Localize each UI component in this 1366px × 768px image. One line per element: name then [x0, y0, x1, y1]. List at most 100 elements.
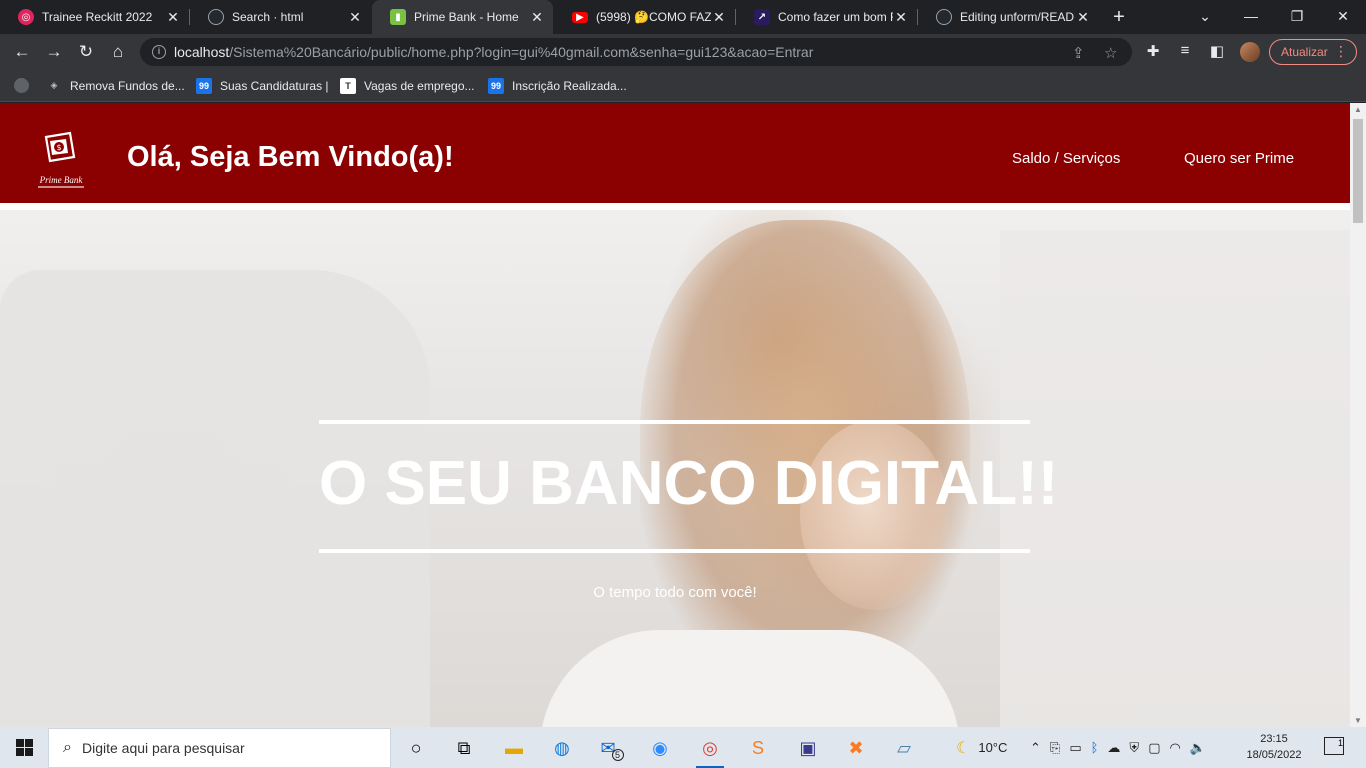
onedrive-icon[interactable]: ☁: [1107, 740, 1120, 756]
side-panel-icon[interactable]: ◧: [1207, 42, 1227, 60]
profile-avatar[interactable]: [1240, 42, 1260, 62]
chevron-up-icon[interactable]: ⌃: [1030, 740, 1041, 756]
close-icon[interactable]: ✕: [893, 9, 909, 26]
weather-widget[interactable]: ☾ 10°C: [956, 727, 1007, 768]
bookmark-vagas-emprego[interactable]: T Vagas de emprego...: [340, 70, 475, 101]
address-bar[interactable]: i localhost/Sistema%20Bancário/public/ho…: [140, 38, 1132, 66]
search-icon: ⌕: [63, 739, 72, 756]
tab-como-fazer-readme[interactable]: ↗ Como fazer um bom R ✕: [736, 0, 917, 34]
tab-trainee-reckitt[interactable]: ◎ Trainee Reckitt 2022 ✕: [0, 0, 189, 34]
bookmark-suas-candidaturas[interactable]: 99 Suas Candidaturas |: [196, 70, 329, 101]
bookmark-label: Suas Candidaturas |: [220, 78, 329, 93]
site-info-icon[interactable]: i: [152, 45, 166, 59]
device-icon[interactable]: ▢: [1148, 740, 1160, 756]
tab-title: Search · html: [232, 10, 304, 24]
hero-background-photo: [540, 630, 960, 727]
menu-dots-icon[interactable]: ⋮: [1334, 43, 1348, 60]
cortana-icon[interactable]: ○: [396, 731, 436, 765]
logo-tagline-mark: [38, 186, 84, 188]
hero-top-rule: [319, 420, 1030, 424]
tab-prime-bank-home[interactable]: ▮ Prime Bank - Home ✕: [372, 0, 553, 34]
start-button[interactable]: [0, 727, 48, 768]
notification-count: 1: [1337, 738, 1343, 748]
youtube-icon: ▶: [572, 11, 588, 23]
scroll-up-icon[interactable]: ▲: [1354, 105, 1362, 114]
media-control-icon[interactable]: ≡: [1175, 42, 1195, 59]
prime-bank-logo-icon: $: [44, 131, 76, 163]
weather-temperature: 10°C: [978, 740, 1008, 755]
tab-search-dropdown[interactable]: ⌄: [1182, 0, 1228, 34]
tab-editing-unform[interactable]: Editing unform/README ✕: [918, 0, 1099, 34]
file-explorer-icon[interactable]: ▬: [494, 731, 534, 765]
tab-youtube[interactable]: ▶ (5998) 🤔COMO FAZER ✕: [554, 0, 735, 34]
browser-tab-strip: ◎ Trainee Reckitt 2022 ✕ Search · html ✕…: [0, 0, 1366, 34]
network-adapter-icon[interactable]: ⎘: [1050, 740, 1060, 756]
system-tray: ⌃ ⎘ ▭ ᛒ ☁ ⛨ ▢ ◠ 🔈: [1030, 727, 1206, 768]
mail-icon[interactable]: ✉ 5: [592, 731, 632, 765]
page-viewport: $ Prime Bank Olá, Seja Bem Vindo(a)! Sal…: [0, 103, 1350, 727]
app-icon[interactable]: ▱: [884, 731, 924, 765]
bookmark-inscricao-realizada[interactable]: 99 Inscrição Realizada...: [488, 70, 627, 101]
clock-date: 18/05/2022: [1246, 749, 1302, 761]
close-icon[interactable]: ✕: [165, 9, 181, 26]
windows-logo-icon: [15, 739, 33, 756]
new-tab-button[interactable]: +: [1108, 6, 1130, 28]
close-icon[interactable]: ✕: [347, 9, 363, 26]
bookmark-star-icon[interactable]: ☆: [1104, 44, 1117, 62]
minimize-button[interactable]: —: [1228, 0, 1274, 34]
bookmark-label: Remova Fundos de...: [70, 78, 185, 93]
apps-icon[interactable]: [14, 78, 29, 93]
search-placeholder: Digite aqui para pesquisar: [81, 740, 245, 756]
task-view-icon[interactable]: ⧉: [444, 731, 484, 765]
close-icon[interactable]: ✕: [711, 9, 727, 26]
site-header: $ Prime Bank Olá, Seja Bem Vindo(a)! Sal…: [0, 103, 1350, 203]
primebank-favicon: ▮: [390, 9, 406, 25]
reload-button[interactable]: ↻: [72, 38, 100, 66]
bookmark-remova-fundos[interactable]: ◈ Remova Fundos de...: [46, 70, 185, 101]
scrollbar-thumb[interactable]: [1353, 119, 1363, 223]
bookmarks-bar: ◈ Remova Fundos de... 99 Suas Candidatur…: [0, 70, 1366, 102]
page-scrollbar[interactable]: ▲ ▼: [1350, 103, 1366, 727]
github-icon: [208, 9, 224, 25]
taskbar-search-box[interactable]: ⌕ Digite aqui para pesquisar: [48, 728, 391, 768]
update-button[interactable]: Atualizar ⋮: [1269, 39, 1357, 65]
tab-search-html[interactable]: Search · html ✕: [190, 0, 371, 34]
tab-title: (5998) 🤔COMO FAZER: [596, 10, 711, 24]
tab-title: Editing unform/README: [960, 10, 1075, 24]
nav-saldo-servicos[interactable]: Saldo / Serviços: [1012, 150, 1120, 167]
header-divider: [0, 203, 1350, 210]
app-icon[interactable]: ▣: [788, 731, 828, 765]
scroll-down-icon[interactable]: ▼: [1354, 716, 1362, 725]
restore-button[interactable]: ❐: [1274, 0, 1320, 34]
bluetooth-icon[interactable]: ᛒ: [1091, 740, 1099, 755]
url-path: /Sistema%20Bancário/public/home.php?logi…: [229, 44, 814, 60]
zoom-icon[interactable]: ◉: [640, 731, 680, 765]
chrome-icon[interactable]: ◎: [690, 731, 730, 768]
sublime-text-icon[interactable]: S: [738, 731, 778, 765]
wifi-icon[interactable]: ◠: [1169, 740, 1180, 756]
security-icon[interactable]: ⛨: [1129, 740, 1139, 756]
nav-quero-ser-prime[interactable]: Quero ser Prime: [1184, 150, 1294, 167]
xampp-icon[interactable]: ✖: [836, 731, 876, 765]
home-button[interactable]: ⌂: [104, 38, 132, 66]
update-label: Atualizar: [1281, 45, 1328, 59]
close-window-button[interactable]: ✕: [1320, 0, 1366, 34]
forward-button[interactable]: →: [40, 38, 68, 66]
share-icon[interactable]: ⇪: [1072, 44, 1085, 62]
url-host: localhost: [174, 44, 230, 60]
back-button[interactable]: ←: [8, 38, 36, 66]
reckitt-icon: ◎: [18, 9, 34, 25]
prime-bank-logo[interactable]: $ Prime Bank: [36, 131, 86, 191]
bookmark-label: Inscrição Realizada...: [512, 78, 627, 93]
taskbar-clock[interactable]: 23:15 18/05/2022: [1240, 731, 1308, 763]
close-icon[interactable]: ✕: [529, 9, 545, 26]
edge-icon[interactable]: ◍: [542, 731, 582, 765]
logo-text: Prime Bank: [39, 175, 83, 185]
volume-icon[interactable]: 🔈: [1190, 740, 1206, 756]
vagas-icon: T: [340, 77, 356, 94]
notification-center-icon[interactable]: 1: [1324, 737, 1344, 755]
close-icon[interactable]: ✕: [1075, 9, 1091, 26]
meet-now-icon[interactable]: ▭: [1069, 740, 1081, 756]
svg-text:$: $: [56, 143, 61, 152]
extensions-icon[interactable]: ✚: [1143, 42, 1163, 60]
